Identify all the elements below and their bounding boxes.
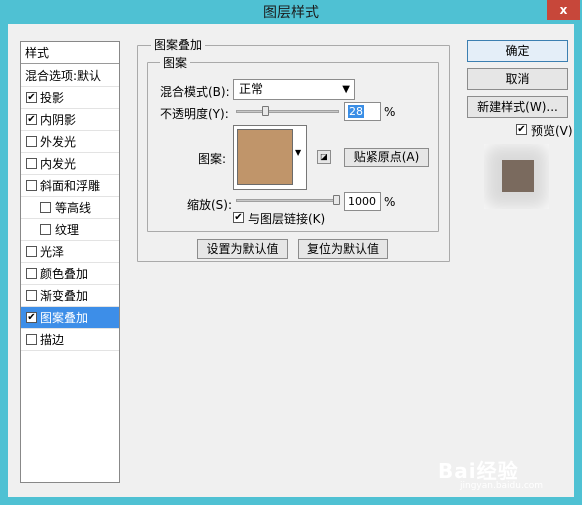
style-item-label: 内发光 [40,157,77,171]
blend-mode-label: 混合模式(B): [160,85,230,99]
gradient-overlay-checkbox[interactable] [26,290,37,301]
style-item-stroke[interactable]: 描边 [21,329,119,351]
preview-checkbox[interactable]: ✔ [516,124,527,135]
snap-origin-button[interactable]: 贴紧原点(A) [344,148,429,167]
ok-button[interactable]: 确定 [467,40,568,62]
scale-slider-thumb[interactable] [333,195,340,205]
set-default-button[interactable]: 设置为默认值 [197,239,288,259]
style-list: 样式 混合选项:默认 ✔ 投影 ✔ 内阴影 外发光 内发光 斜面和浮雕 等高线 … [20,41,120,483]
style-item-texture[interactable]: 纹理 [21,219,119,241]
scale-label: 缩放(S): [187,198,233,212]
style-item-bevel-emboss[interactable]: 斜面和浮雕 [21,175,119,197]
style-item-inner-shadow[interactable]: ✔ 内阴影 [21,109,119,131]
style-item-drop-shadow[interactable]: ✔ 投影 [21,87,119,109]
blend-mode-value: 正常 [239,82,264,96]
window-border-right [574,24,582,505]
style-item-label: 渐变叠加 [40,289,89,303]
new-style-button[interactable]: 新建样式(W)... [467,96,568,118]
window-border-left [0,24,8,505]
style-item-label: 内阴影 [40,113,77,127]
watermark-logo: Bai经验 [438,459,519,483]
opacity-slider-thumb[interactable] [262,106,269,116]
style-item-outer-glow[interactable]: 外发光 [21,131,119,153]
style-item-gradient-overlay[interactable]: 渐变叠加 [21,285,119,307]
bevel-emboss-checkbox[interactable] [26,180,37,191]
scale-unit: % [384,195,396,209]
chevron-down-icon: ▼ [342,84,350,95]
opacity-label: 不透明度(Y): [160,107,229,121]
style-item-inner-glow[interactable]: 内发光 [21,153,119,175]
pattern-label: 图案: [198,152,227,166]
style-item-color-overlay[interactable]: 颜色叠加 [21,263,119,285]
new-preset-icon[interactable]: ◪ [317,150,331,164]
caret-down-icon[interactable]: ▼ [295,148,301,157]
title-bar: 图层样式 x [0,0,582,24]
style-list-header: 样式 [21,42,119,64]
preview-label: 预览(V) [531,124,573,138]
blend-options-label: 混合选项:默认 [25,69,102,83]
style-list-header-label: 样式 [25,46,50,60]
close-button[interactable]: x [547,0,580,20]
style-item-label: 等高线 [55,201,92,215]
scale-value: 1000 [348,195,376,208]
blend-mode-select[interactable]: 正常 ▼ [233,79,355,100]
pattern-overlay-group-title: 图案叠加 [151,36,206,53]
style-item-label: 投影 [40,91,65,105]
style-preview-thumbnail [484,144,549,209]
window-border-bottom [0,497,582,505]
link-layer-label: 与图层链接(K) [248,212,326,226]
style-item-satin[interactable]: 光泽 [21,241,119,263]
opacity-slider-track[interactable] [236,110,339,113]
stroke-checkbox[interactable] [26,334,37,345]
outer-glow-checkbox[interactable] [26,136,37,147]
style-item-label: 描边 [40,333,65,347]
style-item-label: 斜面和浮雕 [40,179,101,193]
inner-glow-checkbox[interactable] [26,158,37,169]
inner-shadow-checkbox[interactable]: ✔ [26,114,37,125]
opacity-value: 28 [348,105,364,118]
pattern-picker[interactable]: ▼ [233,125,307,190]
window-title: 图层样式 [263,5,319,21]
color-overlay-checkbox[interactable] [26,268,37,279]
scale-slider-track[interactable] [236,199,339,202]
reset-default-button[interactable]: 复位为默认值 [298,239,388,259]
blend-options-item[interactable]: 混合选项:默认 [21,65,119,87]
link-layer-checkbox[interactable]: ✔ [233,212,244,223]
pattern-subgroup-title: 图案 [160,54,191,71]
watermark-url: jingyan.baidu.com [460,481,544,491]
pattern-swatch [237,129,293,185]
style-item-label: 纹理 [55,223,80,237]
opacity-input[interactable]: 28 [344,102,381,121]
style-item-label: 图案叠加 [40,311,89,325]
satin-checkbox[interactable] [26,246,37,257]
drop-shadow-checkbox[interactable]: ✔ [26,92,37,103]
scale-input[interactable]: 1000 [344,192,381,211]
cancel-button[interactable]: 取消 [467,68,568,90]
pattern-overlay-checkbox[interactable]: ✔ [26,312,37,323]
style-item-label: 外发光 [40,135,77,149]
style-item-label: 颜色叠加 [40,267,89,281]
contour-checkbox[interactable] [40,202,51,213]
style-item-pattern-overlay[interactable]: ✔ 图案叠加 [21,307,119,329]
opacity-unit: % [384,105,396,119]
style-preview-swatch [502,160,534,192]
texture-checkbox[interactable] [40,224,51,235]
style-item-label: 光泽 [40,245,65,259]
style-item-contour[interactable]: 等高线 [21,197,119,219]
